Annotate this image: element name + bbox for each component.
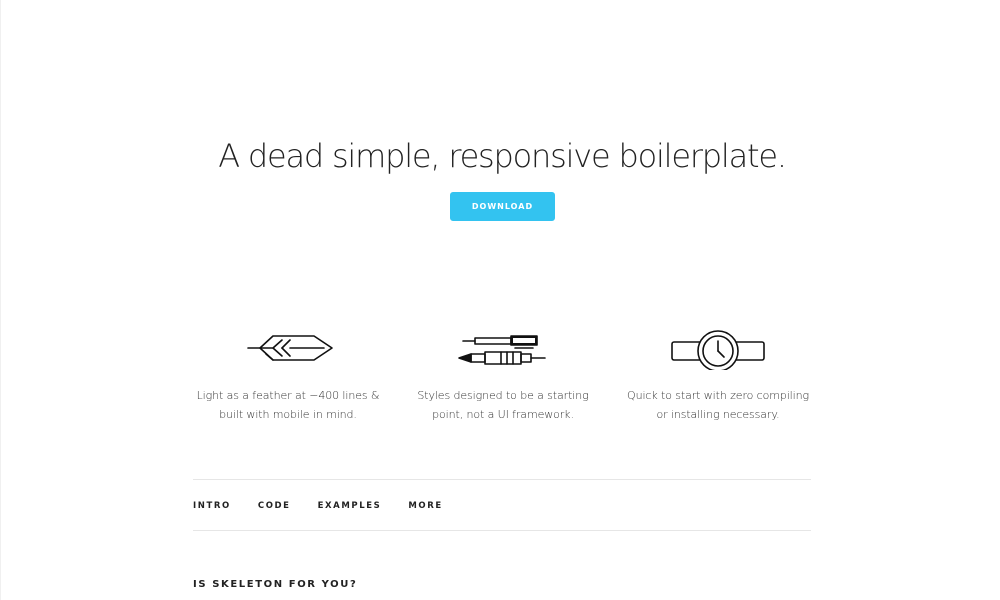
feature-line: point, not a UI framework. xyxy=(432,408,574,421)
nav-divider-top xyxy=(193,479,811,480)
feature-line: Styles designed to be a starting xyxy=(417,389,589,402)
page: A dead simple, responsive boilerplate. D… xyxy=(0,0,1000,600)
nav-divider-bottom xyxy=(193,530,811,531)
section-nav: INTRO CODE EXAMPLES MORE xyxy=(193,499,470,513)
feature-description: Quick to start with zero compiling or in… xyxy=(618,386,818,424)
feature-description: Light as a feather at ~400 lines & built… xyxy=(188,386,388,424)
feature-quick-start: Quick to start with zero compiling or in… xyxy=(618,326,818,424)
page-edge xyxy=(0,0,1,600)
watch-icon xyxy=(671,330,765,370)
feature-styles: Styles designed to be a starting point, … xyxy=(403,326,603,424)
feature-line: or installing necessary. xyxy=(656,408,780,421)
feature-lightweight: Light as a feather at ~400 lines & built… xyxy=(188,326,388,424)
feather-icon xyxy=(247,335,333,361)
feature-line: Light as a feather at ~400 lines & xyxy=(196,389,380,402)
nav-link-intro[interactable]: INTRO xyxy=(193,499,231,513)
hero-title: A dead simple, responsive boilerplate. xyxy=(218,137,787,175)
feature-line: Quick to start with zero compiling xyxy=(627,389,809,402)
download-button[interactable]: DOWNLOAD xyxy=(450,192,555,221)
nav-link-examples[interactable]: EXAMPLES xyxy=(318,499,382,513)
pens-icon xyxy=(458,335,546,365)
feature-description: Styles designed to be a starting point, … xyxy=(403,386,603,424)
nav-link-code[interactable]: CODE xyxy=(258,499,291,513)
nav-link-more[interactable]: MORE xyxy=(408,499,442,513)
section-title: IS SKELETON FOR YOU? xyxy=(193,579,358,590)
feature-line: built with mobile in mind. xyxy=(219,408,357,421)
